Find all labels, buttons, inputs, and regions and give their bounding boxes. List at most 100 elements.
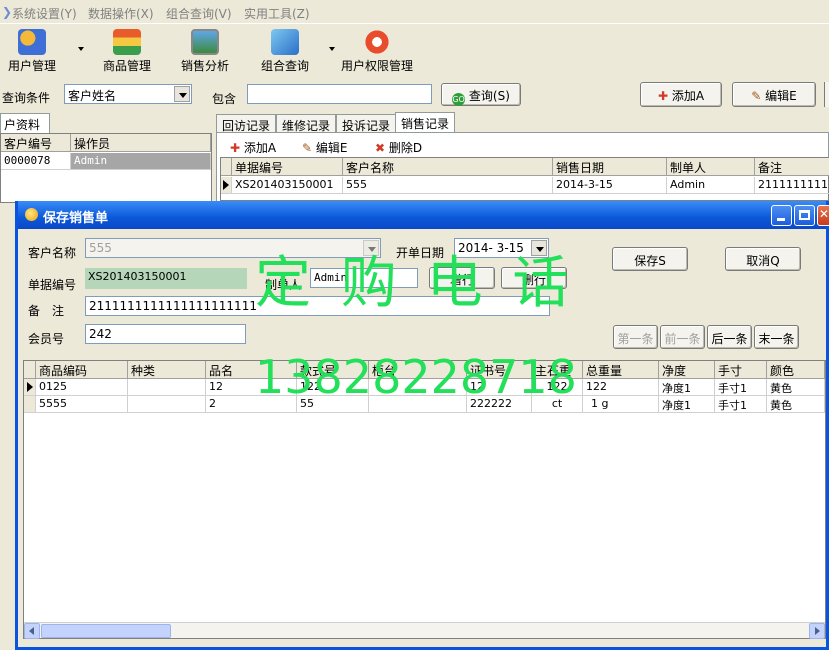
sales-add-button[interactable]: ✚ 添加A [230, 139, 276, 156]
menu-tools[interactable]: 实用工具(Z) [244, 5, 310, 22]
total-weight-cell[interactable]: 1 g [583, 396, 659, 413]
tab-sales[interactable]: 销售记录 [395, 112, 456, 133]
col-customer-name[interactable]: 客户名称 [343, 158, 553, 176]
col-ring-size[interactable]: 手寸 [715, 361, 767, 379]
contains-input[interactable] [247, 84, 432, 104]
app-icon [25, 208, 38, 221]
prev-record-button[interactable]: 前一条 [660, 325, 705, 349]
operator-cell[interactable]: Admin [71, 153, 211, 170]
tab-customer-info[interactable]: 户资料 [0, 113, 50, 133]
first-record-button[interactable]: 第一条 [613, 325, 658, 349]
scroll-thumb[interactable] [41, 624, 171, 638]
col-doc-no[interactable]: 单据编号 [232, 158, 343, 176]
col-product-code[interactable]: 商品编码 [36, 361, 128, 379]
lifebuoy-icon [363, 29, 391, 55]
clarity-cell[interactable]: 净度1 [659, 379, 715, 396]
combined-query-button[interactable]: 组合查询 [258, 29, 312, 77]
sales-date-cell[interactable]: 2014-3-15 [553, 177, 667, 194]
ring-size-cell[interactable]: 手寸1 [715, 379, 767, 396]
member-no-label: 会员号 [28, 332, 65, 346]
menu-bar: ❯ 系统设置(Y) 数据操作(X) 组合查询(V) 实用工具(Z) [0, 0, 829, 24]
col-color[interactable]: 颜色 [767, 361, 825, 379]
row-indicator-header [24, 361, 36, 379]
maximize-icon [799, 210, 810, 220]
sales-note-cell[interactable]: 211111111111 [755, 177, 829, 194]
clarity-cell[interactable]: 净度1 [659, 396, 715, 413]
add-button[interactable]: ✚ 添加A [640, 82, 722, 107]
sales-doc-cell[interactable]: XS201403150001 [232, 177, 343, 194]
row-pointer-icon [24, 379, 36, 396]
col-clarity[interactable]: 净度 [659, 361, 715, 379]
watermark-phone-number: 13828228718 [255, 350, 577, 404]
sales-edit-button[interactable]: ✎ 编辑E [302, 139, 347, 156]
col-note[interactable]: 备注 [755, 158, 829, 176]
row-indicator-header [221, 158, 232, 176]
row-indicator [24, 396, 36, 413]
doc-no-label: 单据编号 [28, 278, 77, 292]
product-management-button[interactable]: 商品管理 [100, 29, 154, 77]
cancel-button[interactable]: 取消Q [725, 247, 801, 271]
last-record-button[interactable]: 末一条 [754, 325, 799, 349]
member-no-field[interactable]: 242 [85, 324, 246, 344]
user-permission-button[interactable]: 用户权限管理 [340, 29, 414, 77]
product-code-cell[interactable]: 0125 [36, 379, 128, 396]
sales-add-label: 添加A [243, 141, 277, 155]
horizontal-scrollbar[interactable] [24, 622, 825, 639]
combined-query-dropdown-icon[interactable] [329, 47, 335, 51]
close-icon: ✕ [819, 207, 829, 221]
chevron-down-icon[interactable] [174, 86, 190, 102]
color-cell[interactable]: 黄色 [767, 396, 825, 413]
close-button[interactable]: ✕ [817, 205, 829, 226]
combined-query-label: 组合查询 [260, 59, 309, 73]
col-operator[interactable]: 操作员 [71, 134, 211, 152]
col-customer-id[interactable]: 客户编号 [1, 134, 71, 152]
col-total-weight[interactable]: 总重量 [583, 361, 659, 379]
col-maker[interactable]: 制单人 [667, 158, 755, 176]
edit-button[interactable]: ✎ 编辑E [732, 82, 816, 107]
tab-follow-up[interactable]: 回访记录 [216, 114, 277, 133]
col-sale-date[interactable]: 销售日期 [553, 158, 667, 176]
query-field-select[interactable]: 客户姓名 [64, 84, 192, 104]
sales-delete-button[interactable]: ✖ 删除D [375, 139, 422, 156]
sales-edit-label: 编辑E [315, 141, 348, 155]
tab-complaint[interactable]: 投诉记录 [336, 114, 397, 133]
note-label: 备 注 [28, 304, 65, 318]
category-cell[interactable] [128, 379, 206, 396]
tab-repair[interactable]: 维修记录 [276, 114, 337, 133]
sales-maker-cell[interactable]: Admin [667, 177, 755, 194]
overflow-button[interactable] [824, 82, 829, 107]
chevron-left-icon [29, 627, 34, 635]
maximize-button[interactable] [794, 205, 815, 226]
search-button[interactable]: GO 查询(S) [441, 83, 521, 106]
product-stack-icon [113, 29, 141, 55]
next-record-button[interactable]: 后一条 [707, 325, 752, 349]
users-icon [18, 29, 46, 55]
ring-size-cell[interactable]: 手寸1 [715, 396, 767, 413]
category-cell[interactable] [128, 396, 206, 413]
menu-system-settings[interactable]: 系统设置(Y) [12, 5, 77, 22]
user-management-button[interactable]: 用户管理 [5, 29, 59, 77]
query-field-value: 客户姓名 [68, 89, 117, 103]
menu-combined-query[interactable]: 组合查询(V) [166, 5, 232, 22]
save-button[interactable]: 保存S [612, 247, 688, 271]
scroll-left-button[interactable] [24, 623, 40, 639]
scroll-right-button[interactable] [809, 623, 825, 639]
minimize-icon [777, 218, 785, 221]
menu-data-ops[interactable]: 数据操作(X) [88, 5, 154, 22]
dialog-titlebar[interactable]: 保存销售单 ✕ [18, 201, 829, 229]
total-weight-cell[interactable]: 122 [583, 379, 659, 396]
go-icon: GO [452, 93, 466, 106]
sales-grid: 单据编号 客户名称 销售日期 制单人 备注 XS201403150001 555… [220, 157, 829, 201]
customer-grid: 客户编号 操作员 0000078 Admin [0, 133, 212, 203]
chart-picture-icon [191, 29, 219, 55]
user-management-dropdown-icon[interactable] [78, 47, 84, 51]
col-category[interactable]: 种类 [128, 361, 206, 379]
product-management-label: 商品管理 [102, 59, 151, 73]
color-cell[interactable]: 黄色 [767, 379, 825, 396]
customer-id-cell[interactable]: 0000078 [1, 153, 71, 170]
sales-analysis-button[interactable]: 销售分析 [178, 29, 232, 77]
product-code-cell[interactable]: 5555 [36, 396, 128, 413]
sales-customer-cell[interactable]: 555 [343, 177, 553, 194]
edit-pencil-icon: ✎ [302, 141, 313, 155]
minimize-button[interactable] [771, 205, 792, 226]
